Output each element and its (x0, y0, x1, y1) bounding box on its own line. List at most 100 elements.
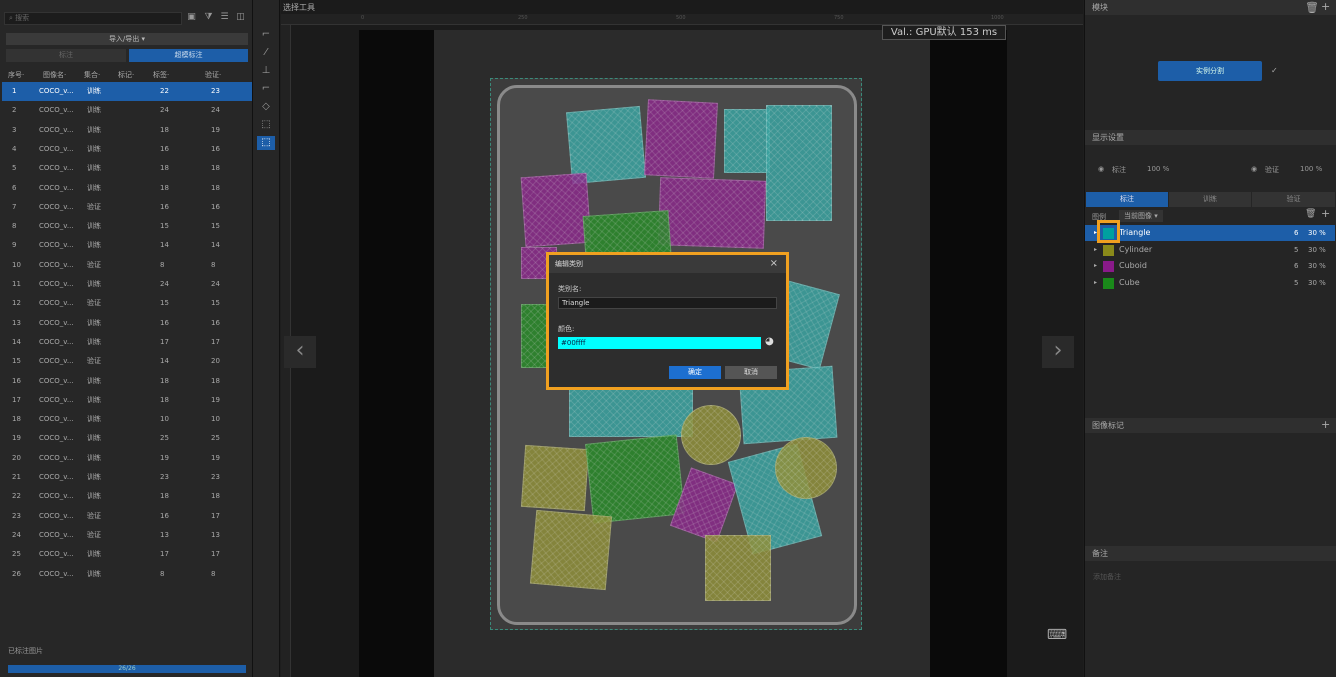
trash-icon[interactable]: 🗑 (1305, 1, 1319, 14)
table-row[interactable]: 19 COCO_v... 训练 25 25 (2, 429, 252, 448)
magic-wand-icon[interactable]: ⁄ (257, 46, 275, 60)
cylinder-mask[interactable] (775, 437, 837, 499)
verify-visibility-icon[interactable]: ◉ (1251, 165, 1257, 173)
list-view-icon[interactable]: ☰ (219, 12, 230, 23)
table-row[interactable]: 21 COCO_v... 训练 23 23 (2, 468, 252, 487)
expand-icon[interactable]: ▸ (1094, 258, 1097, 274)
next-image-button[interactable]: › (1042, 336, 1074, 368)
search-input[interactable]: ⌕ 搜索 (4, 12, 182, 25)
table-row[interactable]: 25 COCO_v... 训练 17 17 (2, 545, 252, 564)
tab-train[interactable]: 训练 (1169, 192, 1251, 207)
table-row[interactable]: 22 COCO_v... 训练 18 18 (2, 487, 252, 506)
class-row[interactable]: ▸ Triangle 6 30 % (1085, 225, 1335, 241)
table-row[interactable]: 4 COCO_v... 训练 16 16 (2, 140, 252, 159)
table-row[interactable]: 11 COCO_v... 训练 24 24 (2, 275, 252, 294)
table-row[interactable]: 8 COCO_v... 训练 15 15 (2, 217, 252, 236)
box-select-icon[interactable]: ⬚ (257, 118, 275, 132)
table-row[interactable]: 3 COCO_v... 训练 18 19 (2, 121, 252, 140)
tab-label[interactable]: 标注 (1086, 192, 1168, 207)
table-row[interactable]: 7 COCO_v... 验证 16 16 (2, 198, 252, 217)
class-row[interactable]: ▸ Cuboid 6 30 % (1085, 258, 1335, 274)
triangle-mask[interactable] (724, 109, 770, 173)
polygon-tool-icon[interactable]: ⌐ (257, 28, 275, 42)
stamp-tool-icon[interactable]: ⊥ (257, 64, 275, 78)
table-row[interactable]: 1 COCO_v... 训练 22 23 (2, 82, 252, 102)
expand-icon[interactable]: ▸ (1094, 242, 1097, 258)
color-field[interactable]: #00ffff (558, 337, 761, 349)
cuboid-mask[interactable] (520, 172, 592, 248)
column-set[interactable]: 集合· (84, 70, 100, 80)
add-icon[interactable]: + (1321, 207, 1330, 220)
tab-verify[interactable]: 验证 (1252, 192, 1335, 207)
table-cell: COCO_v... (39, 106, 74, 115)
cylinder-mask[interactable] (529, 509, 613, 591)
table-row[interactable]: 24 COCO_v... 验证 13 13 (2, 526, 252, 545)
cube-mask[interactable] (585, 434, 685, 524)
tab-super-annotate[interactable]: 超模标注 (129, 49, 248, 62)
legend-scope-select[interactable]: 当前图像 ▾ (1119, 210, 1163, 222)
filter-image-icon[interactable]: ▣ (186, 12, 197, 23)
column-verify[interactable]: 验证· (205, 70, 221, 80)
cylinder-mask[interactable] (681, 405, 741, 465)
table-row[interactable]: 5 COCO_v... 训练 18 18 (2, 159, 252, 178)
table-row[interactable]: 26 COCO_v... 训练 8 8 (2, 565, 252, 584)
annotated-images-label: 已标注图片 (8, 647, 43, 655)
table-row[interactable]: 13 COCO_v... 训练 16 16 (2, 314, 252, 333)
close-icon[interactable]: × (770, 258, 778, 269)
instance-segmentation-module[interactable]: 实例分割 (1158, 61, 1262, 81)
table-cell: COCO_v... (39, 299, 74, 308)
triangle-mask[interactable] (766, 105, 832, 221)
filter-icon[interactable]: ⧩ (203, 12, 214, 23)
prev-image-button[interactable]: ‹ (284, 336, 316, 368)
cuboid-mask[interactable] (657, 177, 767, 249)
cuboid-mask[interactable] (644, 99, 718, 179)
select-tool-icon[interactable]: ⬚ (257, 136, 275, 150)
table-row[interactable]: 12 COCO_v... 验证 15 15 (2, 294, 252, 313)
table-row[interactable]: 2 COCO_v... 训练 24 24 (2, 101, 252, 120)
table-row[interactable]: 10 COCO_v... 验证 8 8 (2, 256, 252, 275)
ok-button[interactable]: 确定 (669, 366, 721, 379)
class-color-swatch[interactable] (1103, 261, 1114, 273)
cylinder-mask[interactable] (705, 535, 771, 601)
expand-icon[interactable]: ▸ (1094, 275, 1097, 291)
column-mark[interactable]: 标记· (118, 70, 134, 80)
column-labels[interactable]: 标签· (153, 70, 169, 80)
column-index[interactable]: 序号· (8, 70, 24, 80)
table-cell: 训练 (87, 453, 101, 462)
table-cell: 25 (12, 550, 21, 559)
lasso-tool-icon[interactable]: ⌐ (257, 82, 275, 96)
label-opacity[interactable]: 100 % (1147, 165, 1169, 173)
table-cell: COCO_v... (39, 395, 74, 404)
class-row[interactable]: ▸ Cube 5 30 % (1085, 275, 1335, 291)
cylinder-mask[interactable] (520, 444, 590, 512)
class-color-swatch[interactable] (1103, 278, 1114, 290)
table-row[interactable]: 16 COCO_v... 训练 18 18 (2, 372, 252, 391)
table-row[interactable]: 6 COCO_v... 训练 18 18 (2, 179, 252, 198)
table-cell: 17 (160, 337, 169, 346)
add-icon[interactable]: + (1321, 418, 1330, 431)
note-input[interactable]: 添加备注 (1093, 572, 1121, 582)
palette-icon[interactable]: ◕ (765, 336, 774, 347)
import-export-button[interactable]: 导入/导出 ▾ (6, 33, 248, 45)
table-row[interactable]: 20 COCO_v... 训练 19 19 (2, 449, 252, 468)
verify-opacity[interactable]: 100 % (1300, 165, 1322, 173)
table-row[interactable]: 14 COCO_v... 训练 17 17 (2, 333, 252, 352)
triangle-mask[interactable] (569, 383, 693, 437)
column-image-name[interactable]: 图像名· (43, 70, 66, 80)
table-row[interactable]: 15 COCO_v... 验证 14 20 (2, 352, 252, 371)
label-visibility-icon[interactable]: ◉ (1098, 165, 1104, 173)
layout-icon[interactable]: ◫ (235, 12, 246, 23)
trash-icon[interactable]: 🗑 (1305, 209, 1316, 219)
table-row[interactable]: 17 COCO_v... 训练 18 19 (2, 391, 252, 410)
tab-annotate[interactable]: 标注 (6, 49, 126, 62)
cancel-button[interactable]: 取消 (725, 366, 777, 379)
keyboard-icon[interactable]: ⌨ (1046, 627, 1068, 645)
table-row[interactable]: 9 COCO_v... 训练 14 14 (2, 236, 252, 255)
table-row[interactable]: 23 COCO_v... 验证 16 17 (2, 507, 252, 526)
class-name-input[interactable]: Triangle (558, 297, 777, 309)
class-row[interactable]: ▸ Cylinder 5 30 % (1085, 242, 1335, 258)
eraser-icon[interactable]: ◇ (257, 100, 275, 114)
class-color-swatch[interactable] (1103, 244, 1114, 256)
table-row[interactable]: 18 COCO_v... 训练 10 10 (2, 410, 252, 429)
add-icon[interactable]: + (1321, 0, 1330, 13)
